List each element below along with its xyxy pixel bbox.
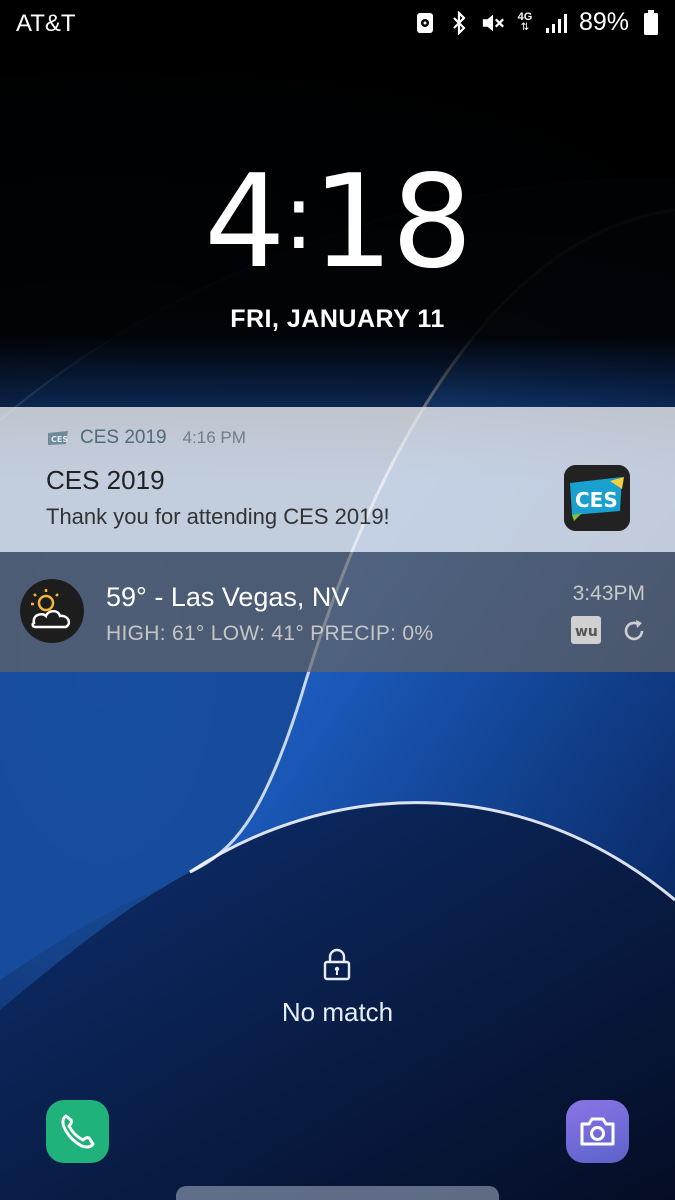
phone-icon xyxy=(61,1114,95,1149)
signal-icon xyxy=(545,9,569,37)
home-button-handle[interactable] xyxy=(176,1186,499,1200)
notification-body: Thank you for attending CES 2019! xyxy=(46,504,390,529)
refresh-icon[interactable] xyxy=(621,618,647,644)
notification-time: 4:16 PM xyxy=(182,428,246,447)
camera-icon xyxy=(580,1117,615,1146)
mute-icon xyxy=(481,9,505,37)
notification-app-name: CES 2019 xyxy=(80,427,167,448)
clock-separator: : xyxy=(283,165,314,270)
data-arrows-icon: ⇅ xyxy=(520,22,530,33)
ces-icon-text: CES xyxy=(575,488,618,512)
ces-app-icon: CES xyxy=(564,465,630,531)
battery-icon xyxy=(639,9,663,37)
clock-hours: 4 xyxy=(204,148,285,297)
lockscreen-clock: 4:18 xyxy=(0,148,675,297)
bluetooth-icon xyxy=(447,9,471,37)
phone-shortcut-button[interactable] xyxy=(46,1100,109,1163)
camera-shortcut-button[interactable] xyxy=(566,1100,629,1163)
notification-weather[interactable]: 59° - Las Vegas, NV HIGH: 61° LOW: 41° P… xyxy=(0,552,675,672)
partly-cloudy-icon xyxy=(20,579,84,643)
notification-header: CES CES 2019 4:16 PM xyxy=(46,427,246,449)
lockscreen-date: FRI, JANUARY 11 xyxy=(230,305,445,333)
notification-title: CES 2019 xyxy=(46,465,165,495)
weather-updated-time: 3:43PM xyxy=(572,582,645,605)
carrier-label: AT&T xyxy=(16,10,76,37)
svg-text:CES: CES xyxy=(51,435,68,444)
network-4g-icon: 4G ⇅ xyxy=(515,9,535,37)
weather-title: 59° - Las Vegas, NV xyxy=(106,582,350,612)
clock-minutes: 18 xyxy=(311,148,473,297)
wu-text: wu xyxy=(575,624,598,640)
wunderground-icon[interactable]: wu xyxy=(570,615,602,645)
weather-details: HIGH: 61° LOW: 41° PRECIP: 0% xyxy=(106,622,434,645)
unlock-status-message: No match xyxy=(281,997,394,1027)
battery-percent: 89% xyxy=(578,8,629,36)
ces-small-icon: CES xyxy=(48,431,68,445)
nfc-icon xyxy=(413,9,437,37)
status-icons: 4G ⇅ 89% xyxy=(413,8,663,37)
status-bar: AT&T 4G ⇅ 89% xyxy=(0,0,675,46)
lock-icon xyxy=(322,948,352,982)
notification-ces[interactable]: CES CES 2019 4:16 PM CES 2019 Thank you … xyxy=(0,407,675,552)
